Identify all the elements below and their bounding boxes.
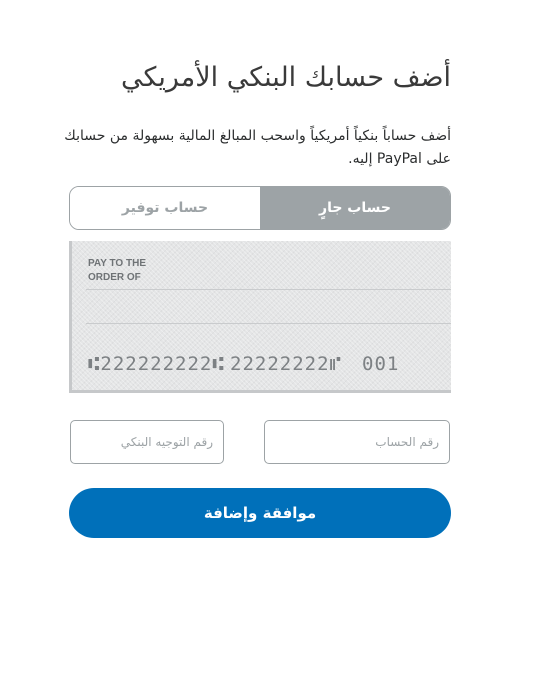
checking-account-tab[interactable]: حساب جارٍ: [260, 187, 450, 229]
account-type-toggle: حساب جارٍ حساب توفير: [69, 186, 451, 230]
pay-to-label: PAY TO THE ORDER OF: [88, 257, 168, 285]
pay-to-line-2: ORDER OF: [88, 272, 141, 283]
account-number-input[interactable]: [264, 420, 450, 464]
routing-number-input[interactable]: [70, 420, 224, 464]
check-number: 001: [362, 353, 400, 375]
savings-account-tab[interactable]: حساب توفير: [70, 187, 260, 229]
page-title: أضف حسابك البنكي الأمريكي: [120, 62, 451, 93]
pay-to-line-1: PAY TO THE: [88, 258, 146, 269]
sample-check-image: PAY TO THE ORDER OF ⑆222222222⑆ 22222222…: [69, 241, 451, 393]
check-account-number: 22222222⑈: [230, 353, 342, 375]
check-payee-line: [86, 289, 451, 290]
page-description: أضف حساباً بنكياً أمريكياً واسحب المبالغ…: [64, 128, 451, 167]
check-memo-line: [86, 323, 451, 324]
agree-and-add-button[interactable]: موافقة وإضافة: [69, 488, 451, 538]
check-routing-number: ⑆222222222⑆: [88, 353, 225, 375]
